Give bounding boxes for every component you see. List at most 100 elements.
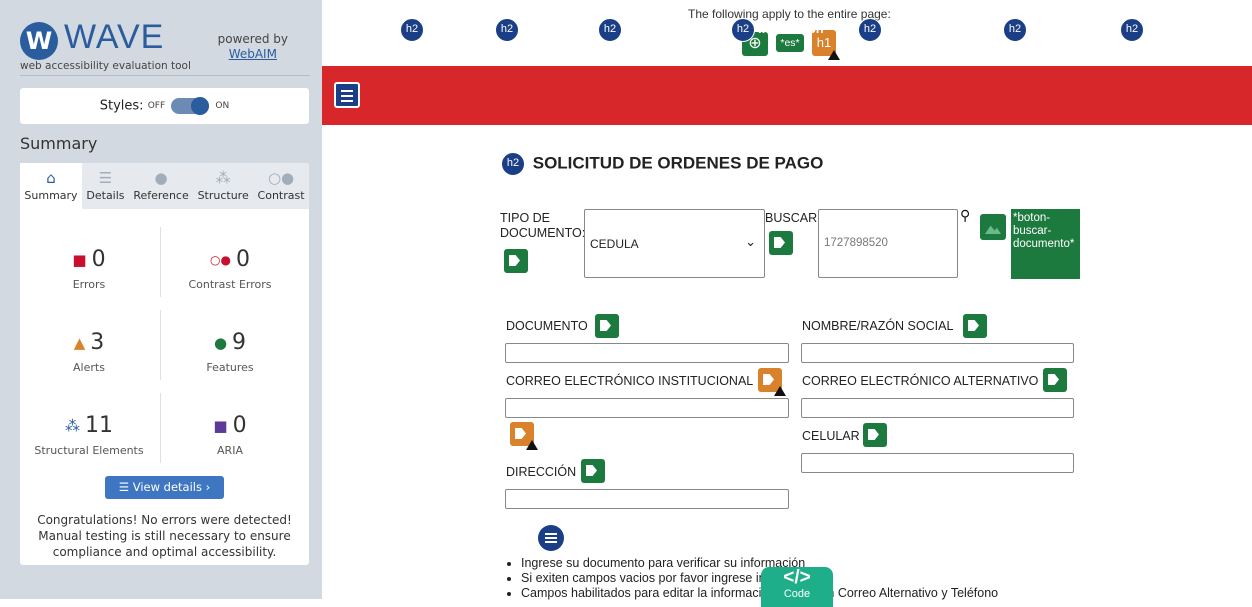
nav-item-servicios[interactable]: h2 Servicios	[1003, 17, 1088, 42]
label-tag-icon[interactable]	[1043, 368, 1067, 392]
warning-icon	[828, 50, 840, 60]
toggle-knob	[191, 97, 210, 115]
tab-reference-label: Reference	[133, 189, 189, 202]
documento-field[interactable]	[505, 343, 789, 363]
h2-icon: h2	[1003, 17, 1027, 42]
view-details-label: View details ›	[132, 480, 211, 494]
tab-summary[interactable]: ⌂ Summary	[20, 163, 82, 209]
list-icon[interactable]	[538, 525, 564, 551]
correo-institucional-field[interactable]	[505, 398, 789, 418]
code-label: Code	[783, 588, 811, 600]
h2-icon: h2	[495, 17, 519, 42]
tab-details-label: Details	[86, 189, 125, 202]
structure-icon: ⁂	[215, 169, 231, 187]
tab-contrast-label: Contrast	[257, 189, 305, 202]
correo-alternativo-field[interactable]	[801, 398, 1074, 418]
tab-structure[interactable]: ⁂ Structure	[193, 163, 253, 209]
tab-structure-label: Structure	[197, 189, 249, 202]
wave-logo-text: WAVE	[64, 18, 165, 56]
info-icon: ●	[154, 169, 168, 187]
label-tag-icon[interactable]	[769, 231, 793, 255]
alert-tag-icon[interactable]	[758, 368, 786, 396]
celular-field[interactable]	[801, 453, 1074, 473]
summary-title: Summary	[20, 134, 98, 153]
label-tag-icon[interactable]	[595, 314, 619, 338]
nav-label: Facultades	[625, 21, 693, 36]
label-tag-icon[interactable]	[963, 314, 987, 338]
tipo-documento-select[interactable]: CEDULA ⌄	[584, 209, 765, 278]
site-nav-bar	[322, 66, 1252, 125]
styles-label: Styles:	[99, 98, 144, 114]
documento-label: DOCUMENTO	[506, 319, 588, 333]
structure-icon: ⁂	[65, 417, 80, 435]
list-icon: ☰	[98, 169, 113, 187]
h2-icon: h2	[501, 152, 525, 176]
alerts-stat[interactable]: ▲ 3 Alerts	[20, 329, 158, 374]
view-details-button[interactable]: ☰ View details ›	[105, 476, 224, 499]
styles-toggle[interactable]	[171, 97, 210, 115]
structural-stat[interactable]: ⁂ 11 Structural Elements	[20, 412, 158, 457]
errors-stat[interactable]: ■ 0 Errors	[20, 246, 158, 291]
styles-on-label: ON	[215, 101, 230, 111]
search-input[interactable]: 1727898520	[818, 209, 958, 278]
nav-label: Servicios	[1030, 21, 1088, 36]
wave-logo-icon: W	[20, 22, 58, 60]
direccion-field[interactable]	[505, 489, 789, 509]
h2-icon: h2	[598, 17, 622, 42]
list-item: Ingrese su documento para verificar su i…	[521, 556, 998, 571]
page-title-text: SOLICITUD DE ORDENES DE PAGO	[532, 153, 824, 173]
nombre-field[interactable]	[801, 343, 1074, 363]
nav-item-institucion[interactable]: h2 Institución	[731, 17, 824, 42]
alerts-label: Alerts	[73, 361, 105, 374]
alert-tag-icon[interactable]	[510, 422, 538, 450]
structural-count: 11	[85, 413, 113, 438]
powered-by-text: powered by	[217, 32, 288, 46]
wave-logo-subtitle: web accessibility evaluation tool	[20, 60, 191, 72]
chevron-down-icon: ⌄	[745, 234, 756, 249]
nav-item-investigacion[interactable]: h2 Investigación	[858, 17, 969, 42]
list-item: Si exiten campos vacios por favor ingres…	[521, 571, 998, 586]
contrast-icon: ○●	[267, 169, 295, 187]
aria-icon: ■	[213, 417, 228, 435]
page-title: h2 SOLICITUD DE ORDENES DE PAGO	[501, 152, 823, 176]
search-icon[interactable]: ⚲	[960, 208, 970, 224]
panel-tabs: ⌂ Summary ☰ Details ● Reference ⁂ Struct…	[20, 163, 309, 209]
nav-label: Institución	[758, 21, 824, 36]
label-tag-icon[interactable]	[504, 249, 528, 273]
congrats-message: Congratulations! No errors were detected…	[37, 513, 292, 559]
contrast-errors-label: Contrast Errors	[188, 278, 272, 291]
contrast-errors-count: 0	[235, 247, 250, 272]
nav-item-transparencia[interactable]: h2 Transparencia	[1120, 17, 1236, 42]
webaim-link[interactable]: WebAIM	[229, 47, 277, 61]
wave-logo-area: W WAVE web accessibility evaluation tool…	[20, 18, 310, 76]
buscar-documento-button[interactable]: *boton-buscar-documento*	[1011, 209, 1080, 279]
nav-item-inicio[interactable]: h2 Inicio	[400, 17, 461, 42]
contrast-errors-stat[interactable]: ○● 0 Contrast Errors	[161, 246, 299, 291]
h2-icon: h2	[400, 17, 424, 42]
nav-label: Transparencia	[1147, 21, 1236, 36]
features-stat[interactable]: ● 9 Features	[161, 329, 299, 374]
label-tag-icon[interactable]	[581, 459, 605, 483]
nav-label: Investigación	[885, 21, 969, 36]
h2-icon: h2	[731, 17, 755, 42]
tab-reference[interactable]: ● Reference	[129, 163, 193, 209]
tab-details[interactable]: ☰ Details	[82, 163, 129, 209]
summary-panel: ⌂ Summary ☰ Details ● Reference ⁂ Struct…	[20, 163, 309, 565]
nav-item-facultades[interactable]: h2 Facultades	[598, 17, 693, 42]
nav-item-espoch[interactable]: h2 Espoch	[495, 17, 569, 42]
error-icon: ■	[72, 251, 87, 269]
nav-label: Inicio	[427, 21, 461, 36]
code-toggle-button[interactable]: </> Code	[761, 567, 833, 607]
aria-stat[interactable]: ■ 0 ARIA	[161, 412, 299, 457]
tab-contrast[interactable]: ○● Contrast	[253, 163, 309, 209]
aria-label: ARIA	[217, 444, 243, 457]
label-tag-icon[interactable]	[863, 423, 887, 447]
nombre-label: NOMBRE/RAZÓN SOCIAL	[802, 319, 954, 333]
celular-label: CELULAR	[802, 429, 860, 443]
search-placeholder: 1727898520	[824, 237, 888, 249]
list-icon: ☰	[118, 480, 133, 494]
nav-label: Espoch	[522, 21, 569, 36]
list-icon[interactable]	[334, 82, 360, 108]
tipo-documento-label: TIPO DE DOCUMENTO:	[500, 211, 586, 240]
image-icon[interactable]	[980, 214, 1006, 240]
